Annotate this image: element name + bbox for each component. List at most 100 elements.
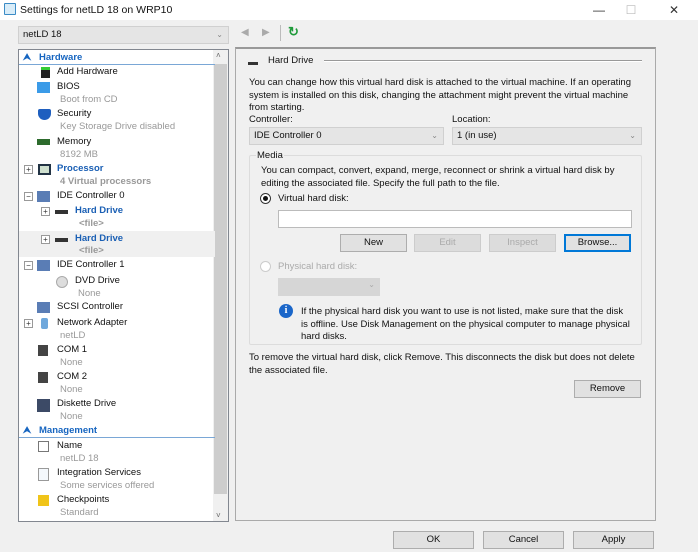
location-select[interactable]: 1 (in use) ⌄ bbox=[452, 127, 642, 145]
com-port-icon bbox=[38, 372, 48, 383]
memory-icon bbox=[37, 139, 50, 145]
collapse-icon: ⮝ bbox=[23, 52, 32, 63]
item-sublabel: netLD 18 bbox=[60, 453, 99, 464]
media-description: You can compact, convert, expand, merge,… bbox=[261, 165, 615, 189]
physical-hard-disk-radio[interactable] bbox=[260, 261, 271, 272]
section-label: Hardware bbox=[39, 52, 83, 63]
expand-icon[interactable]: + bbox=[41, 207, 50, 216]
scroll-down-icon[interactable]: ˅ bbox=[216, 511, 221, 520]
forward-button[interactable]: ▶ bbox=[262, 27, 270, 38]
browse-button[interactable]: Browse... bbox=[564, 234, 631, 252]
inspect-button[interactable]: Inspect bbox=[489, 234, 556, 252]
collapse-icon[interactable]: − bbox=[24, 192, 33, 201]
expand-icon[interactable]: + bbox=[24, 165, 33, 174]
virtual-hard-disk-radio[interactable] bbox=[260, 193, 271, 204]
maximize-button[interactable]: ☐ bbox=[617, 2, 645, 18]
item-label: COM 1 bbox=[57, 344, 88, 355]
item-label: Security bbox=[57, 108, 92, 119]
ok-button[interactable]: OK bbox=[393, 531, 474, 549]
name-icon bbox=[38, 441, 49, 452]
item-label: Integration Services bbox=[57, 467, 141, 478]
chevron-down-icon: ⌄ bbox=[216, 30, 223, 39]
apply-button[interactable]: Apply bbox=[573, 531, 654, 549]
item-label: IDE Controller 1 bbox=[57, 259, 125, 270]
checkpoints-icon bbox=[38, 495, 49, 506]
controller-label: Controller: bbox=[249, 114, 293, 125]
info-icon: i bbox=[279, 304, 293, 318]
shield-icon bbox=[38, 109, 51, 120]
new-button[interactable]: New bbox=[340, 234, 407, 252]
attachment-description: You can change how this virtual hard dis… bbox=[249, 77, 631, 113]
item-sublabel: Key Storage Drive disabled bbox=[60, 121, 176, 132]
remove-button[interactable]: Remove bbox=[574, 380, 641, 398]
item-label: Network Adapter bbox=[57, 317, 128, 328]
item-sublabel: Boot from CD bbox=[60, 94, 118, 105]
virtual-hard-disk-path-input[interactable] bbox=[278, 210, 632, 228]
com-port-icon bbox=[38, 345, 48, 356]
item-label: SCSI Controller bbox=[57, 301, 123, 312]
item-sublabel: None bbox=[60, 384, 83, 395]
tree-scrollbar[interactable]: ˄ ˅ bbox=[213, 50, 228, 521]
item-label: BIOS bbox=[57, 81, 80, 92]
minimize-button[interactable]: — bbox=[585, 2, 613, 18]
diskette-icon bbox=[37, 399, 50, 412]
panel-title: Hard Drive bbox=[268, 55, 314, 66]
item-label: Hard Drive bbox=[75, 233, 124, 244]
tree-item-hard-drive-2-selected[interactable]: + Hard Drive <file> bbox=[19, 231, 215, 257]
ide-controller-icon bbox=[37, 191, 50, 202]
controller-value: IDE Controller 0 bbox=[254, 130, 322, 141]
section-hardware[interactable]: ⮝ Hardware bbox=[19, 52, 215, 65]
refresh-icon[interactable]: ↻ bbox=[288, 24, 299, 40]
collapse-icon[interactable]: − bbox=[24, 261, 33, 270]
item-sublabel: Standard bbox=[60, 507, 99, 518]
item-sublabel: Some services offered bbox=[60, 480, 155, 491]
item-label: Hard Drive bbox=[75, 205, 124, 216]
window-title: Settings for netLD 18 on WRP10 bbox=[20, 4, 173, 16]
toolbar-divider bbox=[280, 25, 281, 41]
media-label: Media bbox=[256, 150, 284, 161]
collapse-icon: ⮝ bbox=[23, 425, 32, 436]
item-sublabel: <file> bbox=[79, 245, 104, 256]
add-hardware-icon bbox=[41, 67, 50, 78]
physical-disk-info: If the physical hard disk you want to us… bbox=[301, 306, 630, 342]
item-sublabel: <file> bbox=[79, 218, 104, 229]
physical-hard-disk-select[interactable]: ⌄ bbox=[278, 278, 380, 296]
location-label: Location: bbox=[452, 114, 491, 125]
virtual-hard-disk-label: Virtual hard disk: bbox=[278, 193, 349, 204]
cancel-button[interactable]: Cancel bbox=[483, 531, 564, 549]
item-sublabel: 8192 MB bbox=[60, 149, 99, 160]
item-label: Name bbox=[57, 440, 83, 451]
location-value: 1 (in use) bbox=[457, 130, 497, 141]
item-sublabel: None bbox=[78, 288, 101, 299]
section-management[interactable]: ⮝ Management bbox=[19, 425, 215, 438]
vm-selector[interactable]: netLD 18 ⌄ bbox=[18, 26, 229, 44]
title-bar: Settings for netLD 18 on WRP10 — ☐ ✕ bbox=[0, 0, 698, 20]
item-label: IDE Controller 0 bbox=[57, 190, 125, 201]
item-label: COM 2 bbox=[57, 371, 88, 382]
hard-drive-icon bbox=[55, 238, 68, 242]
edit-button[interactable]: Edit bbox=[414, 234, 481, 252]
scsi-controller-icon bbox=[37, 302, 50, 313]
item-label: DVD Drive bbox=[75, 275, 120, 286]
item-label: Checkpoints bbox=[57, 494, 110, 505]
back-button[interactable]: ◀ bbox=[241, 27, 249, 38]
controller-select[interactable]: IDE Controller 0 ⌄ bbox=[249, 127, 444, 145]
item-sublabel: netLD bbox=[60, 330, 86, 341]
item-sublabel: 4 Virtual processors bbox=[60, 176, 152, 187]
item-sublabel: None bbox=[60, 357, 83, 368]
network-adapter-icon bbox=[41, 318, 48, 329]
integration-services-icon bbox=[38, 468, 49, 481]
scroll-thumb[interactable] bbox=[214, 64, 227, 494]
item-label: Memory bbox=[57, 136, 92, 147]
scroll-up-icon[interactable]: ˄ bbox=[216, 51, 221, 60]
hard-drive-icon bbox=[248, 62, 258, 65]
chevron-down-icon: ⌄ bbox=[431, 131, 438, 140]
chevron-down-icon: ⌄ bbox=[629, 131, 636, 140]
physical-hard-disk-label: Physical hard disk: bbox=[278, 261, 358, 272]
dvd-icon bbox=[56, 276, 68, 288]
bios-icon bbox=[37, 82, 50, 93]
expand-icon[interactable]: + bbox=[41, 235, 50, 244]
expand-icon[interactable]: + bbox=[24, 319, 33, 328]
close-button[interactable]: ✕ bbox=[660, 2, 688, 18]
settings-app-icon bbox=[4, 3, 16, 15]
